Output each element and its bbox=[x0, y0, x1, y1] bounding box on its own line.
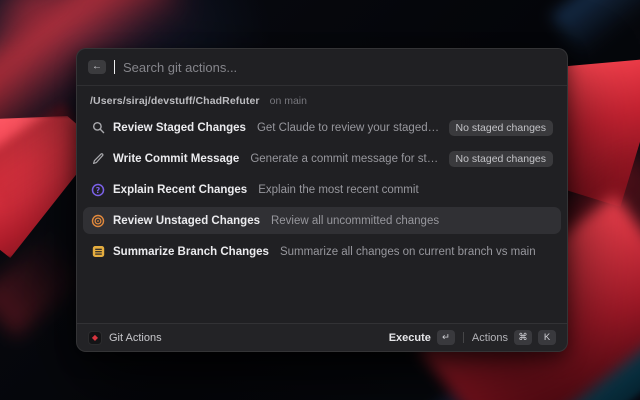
item-title: Summarize Branch Changes bbox=[113, 245, 269, 258]
enter-keycap: ↵ bbox=[436, 330, 455, 345]
list-item[interactable]: Write Commit Message Generate a commit m… bbox=[83, 145, 561, 172]
list-item[interactable]: Review Unstaged Changes Review all uncom… bbox=[83, 207, 561, 234]
search-header: ← bbox=[77, 49, 567, 86]
list-item[interactable]: Summarize Branch Changes Summarize all c… bbox=[83, 238, 561, 265]
item-description: Explain the most recent commit bbox=[258, 183, 419, 196]
item-title: Explain Recent Changes bbox=[113, 183, 248, 196]
item-description: Get Claude to review your staged changes bbox=[256, 121, 441, 134]
item-description: Summarize all changes on current branch … bbox=[279, 245, 536, 258]
pencil-icon bbox=[91, 152, 105, 166]
svg-text:?: ? bbox=[96, 185, 101, 194]
item-status-badge: No staged changes bbox=[448, 119, 553, 136]
item-description: Generate a commit message for staged cha… bbox=[250, 152, 440, 165]
item-description: Review all uncommitted changes bbox=[270, 214, 440, 227]
target-icon bbox=[91, 214, 105, 228]
repo-context-bar: /Users/siraj/devstuff/ChadRefuter on mai… bbox=[77, 86, 567, 112]
command-keycap: ⌘ bbox=[514, 330, 532, 345]
git-actions-app-icon: ◆ bbox=[88, 330, 102, 345]
item-status-badge: No staged changes bbox=[448, 150, 553, 167]
footer-divider bbox=[462, 332, 464, 343]
search-icon bbox=[91, 121, 105, 135]
footer-bar: ◆ Git Actions Execute ↵ Actions ⌘ K bbox=[77, 323, 567, 351]
command-palette-window: ← /Users/siraj/devstuff/ChadRefuter on m… bbox=[76, 48, 568, 352]
item-title: Review Staged Changes bbox=[113, 121, 246, 134]
list-item[interactable]: ? Explain Recent Changes Explain the mos… bbox=[83, 176, 561, 203]
item-title: Review Unstaged Changes bbox=[113, 214, 260, 227]
footer-shortcuts: Execute ↵ Actions ⌘ K bbox=[389, 330, 556, 345]
search-input[interactable] bbox=[123, 59, 556, 75]
footer-app-label: Git Actions bbox=[109, 331, 162, 344]
repo-path: /Users/siraj/devstuff/ChadRefuter bbox=[90, 95, 260, 107]
repo-branch: on main bbox=[269, 95, 307, 107]
text-caret bbox=[114, 60, 115, 74]
list-icon bbox=[91, 245, 105, 259]
actions-menu-button[interactable]: Actions bbox=[472, 332, 508, 344]
k-keycap: K bbox=[538, 330, 556, 345]
execute-button[interactable]: Execute bbox=[389, 332, 431, 344]
list-item[interactable]: Review Staged Changes Get Claude to revi… bbox=[83, 114, 561, 141]
item-title: Write Commit Message bbox=[113, 152, 240, 165]
action-list: Review Staged Changes Get Claude to revi… bbox=[77, 112, 567, 323]
back-button[interactable]: ← bbox=[88, 60, 106, 74]
question-circle-icon: ? bbox=[91, 183, 105, 197]
